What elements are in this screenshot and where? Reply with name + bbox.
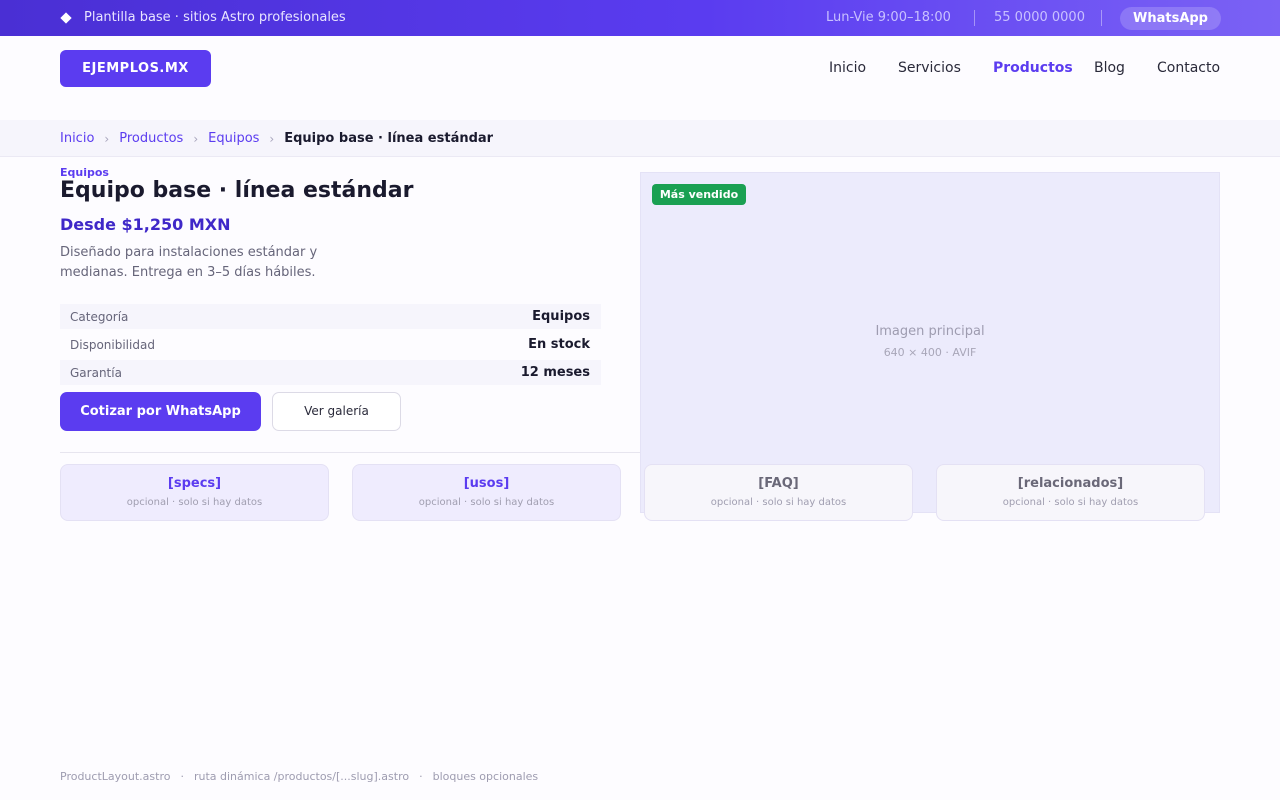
breadcrumb: Inicio › Productos › Equipos › Equipo ba… <box>60 131 493 146</box>
spec-row: Disponibilidad En stock <box>60 332 601 357</box>
quote-whatsapp-button[interactable]: Cotizar por WhatsApp <box>60 392 261 431</box>
spec-key: Categoría <box>70 309 129 324</box>
block-title: [relacionados] <box>1017 476 1124 491</box>
spec-value: En stock <box>528 337 590 352</box>
block-subtitle: opcional · solo si hay datos <box>418 497 555 508</box>
spec-value: Equipos <box>532 309 590 324</box>
product-price: Desde $1,250 MXN <box>60 215 231 234</box>
section-divider <box>60 452 640 453</box>
footer-separator: · <box>419 770 423 783</box>
top-bar-tagline: Plantilla base · sitios Astro profesiona… <box>84 10 346 25</box>
diamond-icon <box>60 11 72 24</box>
block-title: [FAQ] <box>758 476 799 491</box>
block-subtitle: opcional · solo si hay datos <box>710 497 847 508</box>
business-hours: Lun-Vie 9:00–18:00 <box>826 10 951 25</box>
spec-key: Disponibilidad <box>70 337 155 352</box>
block-specs[interactable]: [specs] opcional · solo si hay datos <box>60 464 329 521</box>
whatsapp-button[interactable]: WhatsApp <box>1120 7 1221 30</box>
page-title: Equipo base · línea estándar <box>60 178 414 203</box>
breadcrumb-item-productos[interactable]: Productos <box>119 131 183 146</box>
breadcrumb-item-equipos[interactable]: Equipos <box>208 131 259 146</box>
nav-item-servicios[interactable]: Servicios <box>898 60 961 76</box>
block-title: [usos] <box>463 476 510 491</box>
block-usos[interactable]: [usos] opcional · solo si hay datos <box>352 464 621 521</box>
breadcrumb-current: Equipo base · línea estándar <box>284 131 494 146</box>
breadcrumb-bar: Inicio › Productos › Equipos › Equipo ba… <box>0 120 1280 157</box>
product-image-placeholder[interactable] <box>640 172 1220 513</box>
nav-item-inicio[interactable]: Inicio <box>829 60 866 76</box>
spec-row: Garantía 12 meses <box>60 360 601 385</box>
bestseller-badge: Más vendido <box>652 184 746 205</box>
image-meta: 640 × 400 · AVIF <box>883 346 977 359</box>
footer-separator: · <box>180 770 184 783</box>
nav-item-contacto[interactable]: Contacto <box>1157 60 1220 76</box>
top-bar: Plantilla base · sitios Astro profesiona… <box>0 0 1280 36</box>
spec-table: Categoría Equipos Disponibilidad En stoc… <box>60 304 601 388</box>
block-subtitle: opcional · solo si hay datos <box>1002 497 1139 508</box>
block-subtitle: opcional · solo si hay datos <box>126 497 263 508</box>
spec-row: Categoría Equipos <box>60 304 601 329</box>
spec-value: 12 meses <box>520 365 590 380</box>
phone-number[interactable]: 55 0000 0000 <box>994 10 1085 25</box>
block-relacionados[interactable]: [relacionados] opcional · solo si hay da… <box>936 464 1205 521</box>
product-description: Diseñado para instalaciones estándar y m… <box>60 245 318 280</box>
breadcrumb-item-inicio[interactable]: Inicio <box>60 131 94 146</box>
top-bar-tagline-group: Plantilla base · sitios Astro profesiona… <box>60 10 346 25</box>
block-title: [specs] <box>167 476 222 491</box>
divider <box>974 10 975 26</box>
spec-key: Garantía <box>70 365 122 380</box>
divider <box>1101 10 1102 26</box>
nav-item-productos[interactable]: Productos <box>993 60 1073 76</box>
chevron-right-icon: › <box>104 131 110 146</box>
view-gallery-button[interactable]: Ver galería <box>272 392 401 431</box>
footer-note: ProductLayout.astro · ruta dinámica /pro… <box>60 770 538 783</box>
chevron-right-icon: › <box>193 131 199 146</box>
chevron-right-icon: › <box>269 131 275 146</box>
site-logo[interactable]: EJEMPLOS.MX <box>60 50 211 87</box>
image-label: Imagen principal <box>875 324 985 339</box>
nav-item-blog[interactable]: Blog <box>1094 60 1125 76</box>
footer-item: ruta dinámica /productos/[...slug].astro <box>193 770 410 783</box>
block-faq[interactable]: [FAQ] opcional · solo si hay datos <box>644 464 913 521</box>
footer-item: ProductLayout.astro <box>60 770 171 783</box>
footer-item: bloques opcionales <box>432 770 539 783</box>
